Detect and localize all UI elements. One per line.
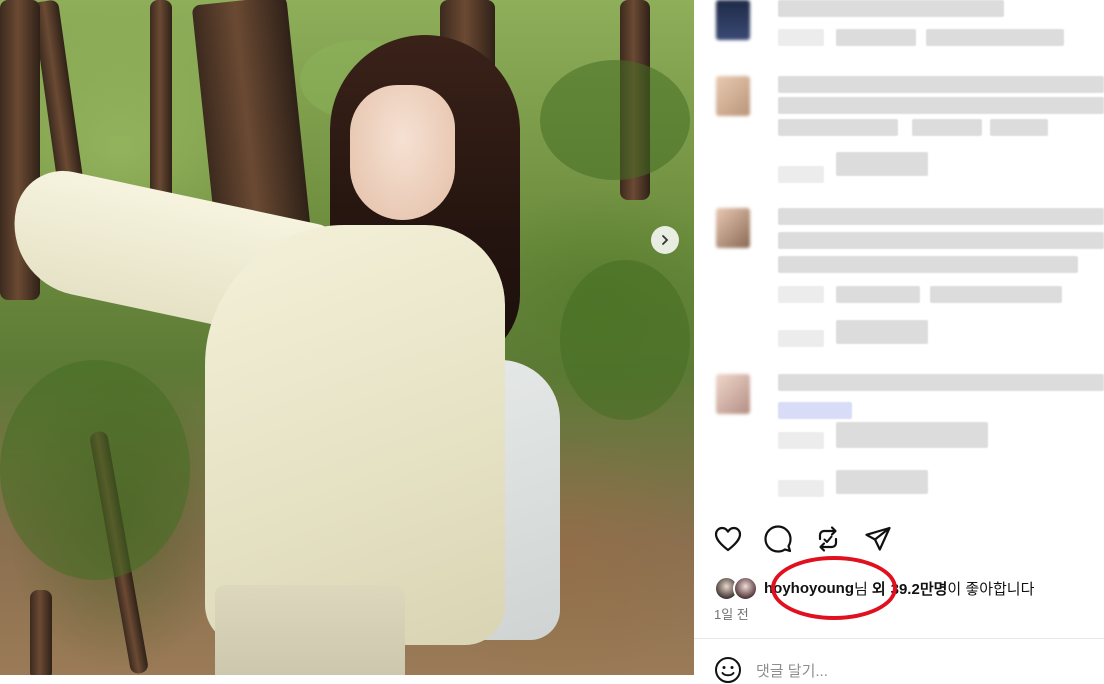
tree-trunk: [30, 590, 52, 675]
pants: [215, 585, 405, 675]
blurred-text: [778, 208, 1104, 225]
post-image[interactable]: [0, 0, 694, 675]
blurred-text: [990, 119, 1048, 136]
blurred-text: [836, 320, 928, 344]
blurred-text: [778, 480, 824, 497]
comment-input[interactable]: 댓글 달기...: [756, 660, 828, 681]
blurred-text: [778, 97, 1104, 114]
chevron-right-icon[interactable]: [651, 226, 679, 254]
post-timestamp[interactable]: 1일 전: [714, 604, 749, 623]
blurred-text: [836, 470, 928, 494]
send-icon: [865, 526, 891, 551]
repost-button[interactable]: [812, 523, 844, 555]
blurred-text: [778, 330, 824, 347]
foliage: [0, 360, 190, 580]
blurred-text: [926, 29, 1064, 46]
share-button[interactable]: [862, 523, 894, 555]
blurred-text: [778, 374, 1104, 391]
blurred-text: [912, 119, 982, 136]
avatar: [716, 374, 750, 414]
avatar: [716, 0, 750, 40]
likes-summary: hoyhoyoung 님 외 39.2만명 이 좋아합니다: [714, 575, 1034, 601]
blurred-text: [778, 76, 1104, 93]
blurred-text: [778, 256, 1078, 273]
blurred-text: [778, 119, 898, 136]
blurred-link: [778, 402, 852, 419]
blurred-text: [778, 232, 1104, 249]
blurred-text: [778, 0, 1004, 17]
blurred-text: [836, 286, 920, 303]
avatar: [716, 76, 750, 116]
blurred-text: [836, 29, 916, 46]
avatar[interactable]: [733, 575, 758, 601]
blurred-text: [778, 29, 824, 46]
comment-panel: hoyhoyoung 님 외 39.2만명 이 좋아합니다 1일 전 댓글 달기..…: [694, 0, 1104, 683]
likes-count[interactable]: 39.2만명: [891, 578, 948, 599]
blurred-text: [836, 422, 988, 448]
blurred-text: [930, 286, 1062, 303]
heart-icon: [714, 526, 742, 552]
avatar: [716, 208, 750, 248]
foliage: [560, 260, 690, 420]
jacket: [205, 225, 505, 645]
post-actions: [712, 522, 894, 556]
divider: [694, 638, 1104, 639]
liker-username[interactable]: hoyhoyoung: [764, 580, 854, 597]
likes-oe: 외: [871, 580, 886, 598]
blurred-text: [778, 286, 824, 303]
blurred-text: [778, 166, 824, 183]
likes-tail: 이 좋아합니다: [947, 580, 1035, 598]
liker-suffix: 님: [854, 580, 868, 598]
repost-icon: [818, 526, 838, 552]
speech-bubble-icon: [764, 525, 792, 553]
like-button[interactable]: [712, 523, 744, 555]
blurred-text: [836, 152, 928, 176]
face: [350, 85, 455, 220]
emoji-icon[interactable]: [714, 656, 742, 684]
comment-input-row: 댓글 달기...: [714, 656, 828, 684]
blurred-text: [778, 432, 824, 449]
foliage: [540, 60, 690, 180]
comment-button[interactable]: [762, 523, 794, 555]
